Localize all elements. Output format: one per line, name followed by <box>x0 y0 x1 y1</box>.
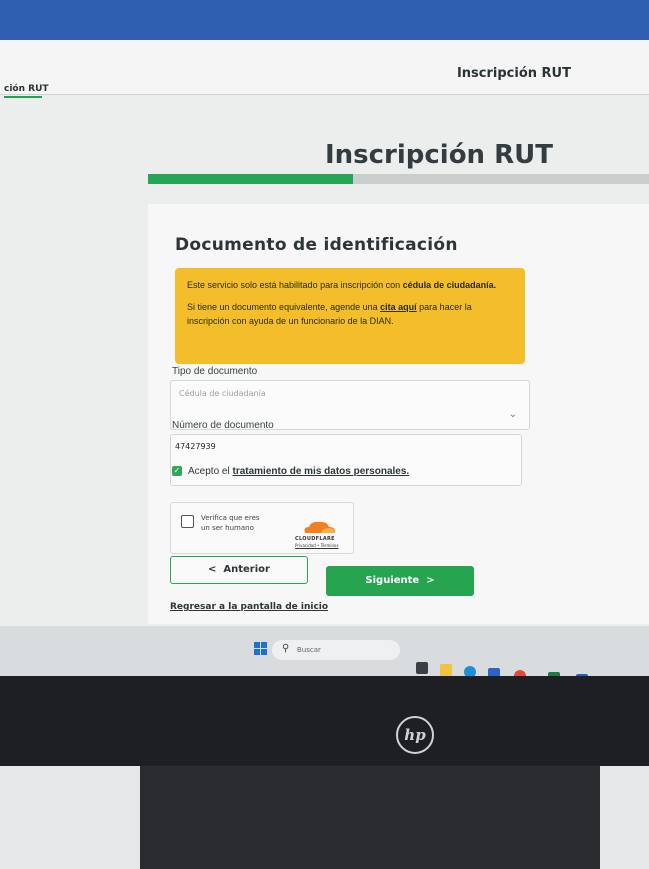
monitor-stand <box>140 766 600 869</box>
doc-type-label: Tipo de documento <box>172 366 258 377</box>
taskbar-search[interactable] <box>272 640 400 660</box>
data-treatment-link[interactable]: tratamiento de mis datos personales. <box>232 466 409 477</box>
hp-logo: hp <box>396 716 434 754</box>
active-tab-indicator <box>4 96 42 98</box>
doc-number-value: 47427939 <box>175 442 216 451</box>
captcha-text: Verifica que eres un ser humano <box>201 514 260 532</box>
chevron-left-icon: < <box>208 564 217 575</box>
previous-button[interactable]: < Anterior <box>170 556 308 584</box>
header-title: Inscripción RUT <box>456 66 571 81</box>
monitor-bezel <box>0 676 649 766</box>
back-to-home-link[interactable]: Regresar a la pantalla de inicio <box>170 602 328 612</box>
progress-fill <box>148 174 354 184</box>
accept-label: Acepto el tratamiento de mis datos perso… <box>188 466 409 477</box>
windows-start-icon[interactable] <box>254 642 267 655</box>
section-title: Documento de identificación <box>175 235 458 255</box>
notice-line1-bold: cédula de ciudadanía. <box>402 280 497 290</box>
next-button[interactable]: Siguiente > <box>326 566 474 596</box>
accept-checkbox[interactable]: ✓ <box>172 466 182 476</box>
chevron-right-icon: > <box>426 575 435 586</box>
chevron-down-icon: ⌄ <box>508 409 517 420</box>
previous-label: Anterior <box>223 564 270 575</box>
task-view-icon[interactable] <box>416 662 428 674</box>
progress-bar <box>148 174 649 184</box>
captcha-links[interactable]: Privacidad • Términos <box>295 543 339 548</box>
accept-prefix: Acepto el <box>188 466 233 477</box>
notice-line1: Este servicio solo está habilitado para … <box>187 280 403 290</box>
captcha-widget: Verifica que eres un ser humano CLOUDFLA… <box>170 502 354 554</box>
file-explorer-icon[interactable] <box>440 664 452 676</box>
next-label: Siguiente <box>365 575 420 586</box>
notice-banner: Este servicio solo está habilitado para … <box>175 268 525 364</box>
cita-aqui-link[interactable]: cita aquí <box>380 302 417 312</box>
page-title: Inscripción RUT <box>324 140 553 170</box>
doc-number-label: Número de documento <box>172 420 274 431</box>
taskbar-search-placeholder: Buscar <box>297 646 321 654</box>
page-header: Inscripción RUT <box>0 40 649 95</box>
captcha-checkbox[interactable] <box>181 515 194 528</box>
search-icon: ⚲ <box>282 643 290 654</box>
doc-number-input[interactable]: 47427939 <box>170 434 522 486</box>
browser-topbar <box>0 0 649 40</box>
cloudflare-icon <box>304 521 336 533</box>
notice-line2: Si tiene un documento equivalente, agend… <box>187 302 381 312</box>
breadcrumb-tab[interactable]: ción RUT <box>4 84 49 94</box>
screen: Inscripción RUT ción RUT Inscripción RUT… <box>0 0 649 640</box>
captcha-brand: CLOUDFLARE <box>295 536 335 542</box>
doc-type-value: Cédula de ciudadanía <box>179 389 266 398</box>
